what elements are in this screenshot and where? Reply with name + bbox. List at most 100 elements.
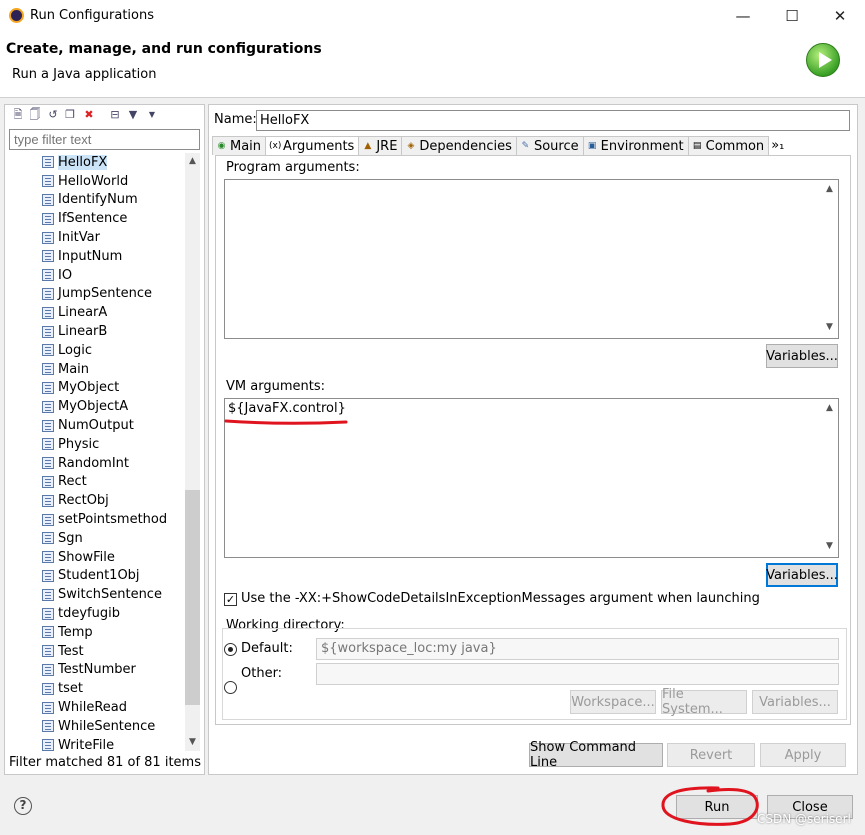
tree-item[interactable]: InitVar bbox=[42, 228, 184, 247]
show-code-details-checkbox[interactable]: ✓ bbox=[224, 593, 237, 606]
workspace-button[interactable]: Workspace... bbox=[570, 690, 656, 714]
program-args-scroll-down-icon[interactable]: ▼ bbox=[822, 322, 837, 332]
tree-item[interactable]: RectObj bbox=[42, 491, 184, 510]
tree-item[interactable]: NumOutput bbox=[42, 416, 184, 435]
tree-item[interactable]: SwitchSentence bbox=[42, 585, 184, 604]
java-application-icon bbox=[42, 306, 54, 319]
java-application-icon bbox=[42, 701, 54, 714]
tree-item[interactable]: IO bbox=[42, 266, 184, 285]
tab-jre[interactable]: ▲ JRE bbox=[358, 136, 403, 155]
scroll-up-icon[interactable]: ▲ bbox=[185, 156, 200, 166]
tree-item[interactable]: LinearA bbox=[42, 303, 184, 322]
tree-item-label: RandomInt bbox=[58, 455, 129, 471]
duplicate-icon[interactable]: ❐ bbox=[63, 108, 77, 122]
tree-item-label: ShowFile bbox=[58, 549, 115, 565]
tree-item-label: Temp bbox=[58, 624, 93, 640]
maximize-button[interactable]: ☐ bbox=[780, 4, 804, 28]
filter-icon[interactable]: ▼ bbox=[126, 108, 140, 122]
tree-item[interactable]: Rect bbox=[42, 473, 184, 492]
tree-item[interactable]: TestNumber bbox=[42, 661, 184, 680]
java-application-icon bbox=[42, 344, 54, 357]
tree-item-label: Logic bbox=[58, 342, 92, 358]
tree-item[interactable]: Test bbox=[42, 642, 184, 661]
apply-button[interactable]: Apply bbox=[760, 743, 846, 767]
tree-item[interactable]: Main bbox=[42, 360, 184, 379]
tree-item-label: tset bbox=[58, 681, 83, 697]
tree-item[interactable]: MyObject bbox=[42, 379, 184, 398]
tree-item[interactable]: RandomInt bbox=[42, 454, 184, 473]
tree-item[interactable]: IdentifyNum bbox=[42, 191, 184, 210]
program-arguments-textarea[interactable] bbox=[224, 179, 839, 339]
tree-item[interactable]: HelloWorld bbox=[42, 172, 184, 191]
tab-arguments[interactable]: (x) Arguments bbox=[265, 136, 360, 156]
tree-item[interactable]: LinearB bbox=[42, 322, 184, 341]
tree-item[interactable]: WhileRead bbox=[42, 698, 184, 717]
tree-item-label: MyObjectA bbox=[58, 399, 129, 415]
other-radio[interactable] bbox=[224, 681, 237, 694]
tree-item[interactable]: WhileSentence bbox=[42, 717, 184, 736]
show-command-line-button[interactable]: Show Command Line bbox=[529, 740, 663, 770]
tree-item[interactable]: HelloFX bbox=[42, 153, 184, 172]
tree-item[interactable]: Physic bbox=[42, 435, 184, 454]
java-application-icon bbox=[42, 682, 54, 695]
tree-item[interactable]: tset bbox=[42, 679, 184, 698]
filter-status: Filter matched 81 of 81 items bbox=[9, 755, 201, 770]
checkbox-label: Use the -XX:+ShowCodeDetailsInExceptionM… bbox=[241, 591, 760, 606]
watermark: CSDN @seriserl bbox=[757, 812, 851, 826]
tab-common[interactable]: ▤ Common bbox=[687, 136, 770, 155]
tree-item[interactable]: IfSentence bbox=[42, 209, 184, 228]
view-menu-icon[interactable]: ▼ bbox=[145, 108, 159, 122]
tree-item[interactable]: Student1Obj bbox=[42, 567, 184, 586]
help-icon[interactable]: ? bbox=[14, 797, 32, 815]
java-application-icon bbox=[42, 739, 54, 752]
tree-item[interactable]: ShowFile bbox=[42, 548, 184, 567]
export-icon[interactable]: ↺ bbox=[46, 108, 60, 122]
tree-scrollbar-thumb[interactable] bbox=[185, 490, 200, 705]
program-variables-button[interactable]: Variables... bbox=[766, 344, 838, 368]
vm-args-scroll-down-icon[interactable]: ▼ bbox=[822, 541, 837, 551]
tree-item[interactable]: setPointsmethod bbox=[42, 510, 184, 529]
close-window-button[interactable]: ✕ bbox=[828, 4, 852, 28]
more-tabs-button[interactable]: »₁ bbox=[768, 136, 788, 155]
dependencies-tab-icon: ◈ bbox=[407, 140, 415, 151]
vm-variables-button[interactable]: Variables... bbox=[766, 563, 838, 587]
filter-input[interactable] bbox=[9, 129, 200, 150]
java-application-icon bbox=[42, 663, 54, 676]
java-application-icon bbox=[42, 438, 54, 451]
tree-item[interactable]: Temp bbox=[42, 623, 184, 642]
tab-main[interactable]: ◉ Main bbox=[212, 136, 267, 155]
collapse-all-icon[interactable]: ⊟ bbox=[108, 108, 122, 122]
java-application-icon bbox=[42, 269, 54, 282]
tree-item[interactable]: tdeyfugib bbox=[42, 604, 184, 623]
file-system-button[interactable]: File System... bbox=[661, 687, 747, 717]
tab-environment[interactable]: ▣ Environment bbox=[582, 136, 689, 155]
default-radio[interactable] bbox=[224, 643, 237, 656]
configuration-tree[interactable]: HelloFX HelloWorld IdentifyNum IfSentence In… bbox=[42, 153, 184, 753]
delete-icon[interactable]: ✖ bbox=[82, 108, 96, 122]
new-config-icon[interactable]: 🗎 bbox=[11, 108, 25, 122]
java-application-icon bbox=[42, 607, 54, 620]
new-prototype-icon[interactable]: 🗍 bbox=[28, 108, 42, 122]
java-application-icon bbox=[42, 193, 54, 206]
tab-source[interactable]: ✎ Source bbox=[515, 136, 584, 155]
tree-item-label: Physic bbox=[58, 436, 100, 452]
scroll-down-icon[interactable]: ▼ bbox=[185, 737, 200, 747]
name-input[interactable]: HelloFX bbox=[256, 110, 850, 131]
tree-item[interactable]: WriteFile bbox=[42, 736, 184, 753]
tree-item-label: Student1Obj bbox=[58, 568, 140, 584]
jre-tab-icon: ▲ bbox=[364, 140, 372, 151]
minimize-button[interactable]: — bbox=[731, 4, 755, 28]
tree-item[interactable]: InputNum bbox=[42, 247, 184, 266]
tree-item[interactable]: MyObjectA bbox=[42, 397, 184, 416]
java-application-icon bbox=[42, 156, 54, 169]
tree-item[interactable]: Sgn bbox=[42, 529, 184, 548]
tree-item-label: LinearB bbox=[58, 324, 108, 340]
tab-dependencies[interactable]: ◈ Dependencies bbox=[401, 136, 517, 155]
workdir-variables-button[interactable]: Variables... bbox=[752, 690, 838, 714]
tree-item[interactable]: Logic bbox=[42, 341, 184, 360]
tree-item[interactable]: JumpSentence bbox=[42, 285, 184, 304]
java-application-icon bbox=[42, 381, 54, 394]
program-args-scroll-up-icon[interactable]: ▲ bbox=[822, 184, 837, 194]
vm-args-scroll-up-icon[interactable]: ▲ bbox=[822, 403, 837, 413]
revert-button[interactable]: Revert bbox=[667, 743, 755, 767]
